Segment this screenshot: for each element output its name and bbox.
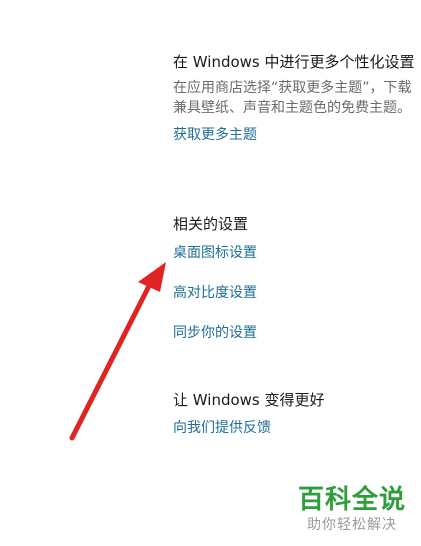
get-more-themes-link[interactable]: 获取更多主题 bbox=[173, 125, 413, 145]
personalize-title: 在 Windows 中进行更多个性化设置 bbox=[173, 53, 415, 71]
related-settings-title: 相关的设置 bbox=[173, 215, 249, 233]
desktop-icon-settings-link[interactable]: 桌面图标设置 bbox=[173, 243, 413, 263]
watermark-logo: 百科全说 助你轻松解决 bbox=[292, 484, 412, 534]
related-settings-section: 相关的设置 桌面图标设置 高对比度设置 同步你的设置 bbox=[173, 214, 413, 343]
sync-settings-link[interactable]: 同步你的设置 bbox=[173, 323, 413, 343]
make-windows-better-section: 让 Windows 变得更好 向我们提供反馈 bbox=[173, 390, 413, 438]
arrow-shaft bbox=[69, 281, 153, 441]
arrow-head bbox=[138, 262, 166, 292]
watermark-main-text: 百科全说 bbox=[297, 485, 406, 515]
high-contrast-settings-link[interactable]: 高对比度设置 bbox=[173, 283, 413, 303]
watermark-sub-text: 助你轻松解决 bbox=[307, 517, 397, 533]
make-windows-better-title: 让 Windows 变得更好 bbox=[173, 391, 325, 409]
give-feedback-link[interactable]: 向我们提供反馈 bbox=[173, 418, 413, 438]
personalize-description: 在应用商店选择“获取更多主题”，下载兼具壁纸、声音和主题色的免费主题。 bbox=[173, 80, 412, 116]
personalize-section: 在 Windows 中进行更多个性化设置 在应用商店选择“获取更多主题”，下载兼… bbox=[173, 52, 415, 145]
